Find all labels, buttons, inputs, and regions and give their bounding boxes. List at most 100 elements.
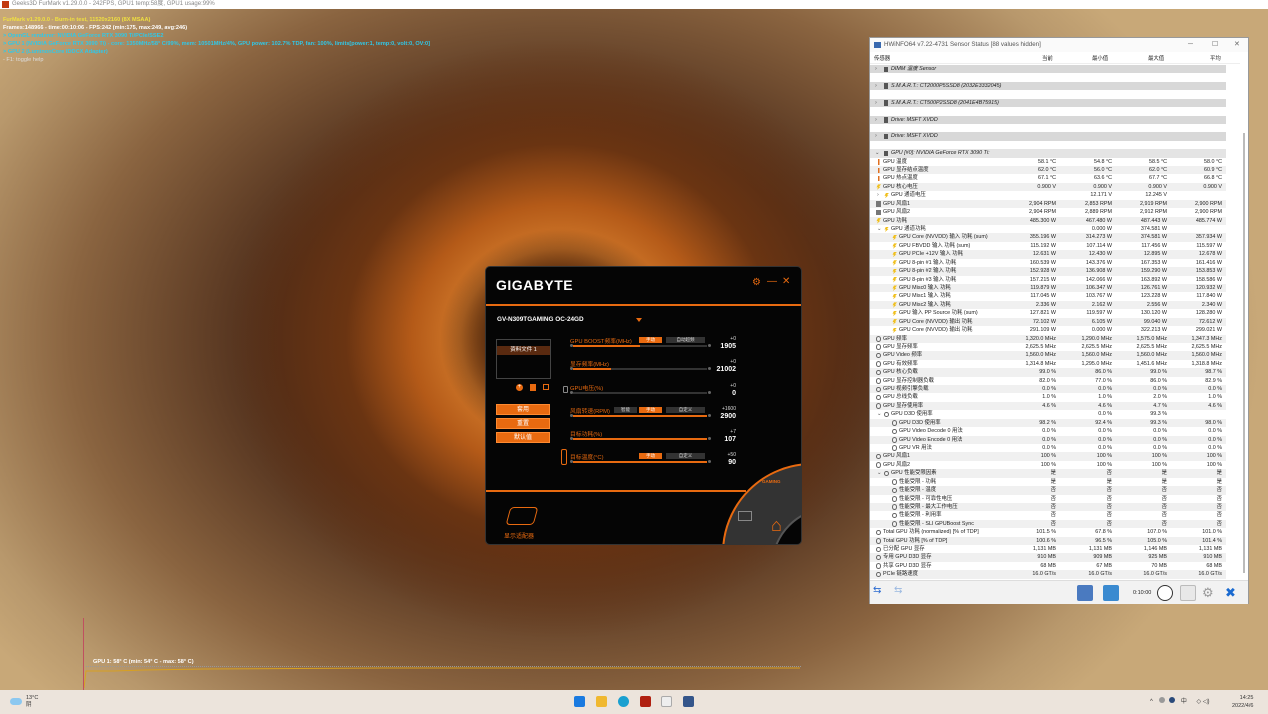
col-min[interactable]: 最小值 xyxy=(1092,54,1108,64)
slider-track[interactable] xyxy=(573,461,707,463)
sensor-row[interactable]: 性能受限 - SLI GPUBoost Sync 否 否 否 否 xyxy=(870,519,1226,529)
col-avg[interactable]: 平均 xyxy=(1210,54,1221,64)
sensor-row[interactable]: 性能受限 - 最大工作电压 否 否 否 否 xyxy=(870,502,1226,512)
col-max[interactable]: 最大值 xyxy=(1148,54,1164,64)
col-current[interactable]: 当前 xyxy=(1042,54,1053,64)
sensor-row[interactable]: GPU PCIe +12V 输入 功耗 12.631 W 12.430 W 12.89… xyxy=(870,250,1226,259)
chevron-right-icon[interactable]: › xyxy=(875,65,877,73)
sensor-row[interactable]: GPU 8-pin #1 输入 功耗 160.539 W 143.376 W 167.… xyxy=(870,259,1226,267)
reset-button[interactable]: 重置 xyxy=(496,418,550,429)
chevron-down-icon[interactable] xyxy=(636,318,642,322)
sensor-row[interactable]: › GPU 通道电压 12.171 V 12.245 V xyxy=(870,191,1226,199)
sensor-row[interactable]: GPU Misc2 输入 功耗 2.336 W 2.162 W 2.556 W 2.34… xyxy=(870,300,1226,310)
sensor-row[interactable]: GPU 总线负载 1.0 % 1.0 % 2.0 % 1.0 % xyxy=(870,393,1226,401)
sensor-row[interactable]: GPU 显存控制器负载 82.0 % 77.0 % 86.0 % 82.9 % xyxy=(870,377,1226,385)
model-select[interactable]: GV-N309TGAMING OC-24GD xyxy=(497,316,584,323)
sensor-group[interactable]: › Drive: MSFT XVDD xyxy=(870,115,1226,124)
sensor-row[interactable]: GPU D3D 使用率 98.2 % 92.4 % 99.3 % 98.0 % xyxy=(870,418,1226,428)
slider-track[interactable] xyxy=(573,415,707,417)
sensor-row[interactable]: ⌄ GPU 通道功耗 0.000 W 374.581 W xyxy=(870,225,1226,233)
chevron-right-icon[interactable]: › xyxy=(875,116,877,124)
steam-icon[interactable] xyxy=(1169,697,1176,703)
sensor-row[interactable]: 性能受限 - 温度 否 否 否 否 xyxy=(870,486,1226,495)
furmark-icon[interactable] xyxy=(640,696,651,707)
sensor-row[interactable]: 共享 GPU D3D 显存 68 MB 67 MB 70 MB 68 MB xyxy=(870,562,1226,570)
add-profile-icon[interactable]: + xyxy=(516,384,523,391)
save-icon[interactable] xyxy=(543,384,549,390)
tray-app-icon[interactable] xyxy=(1158,697,1165,703)
minimize-button[interactable]: ─ xyxy=(1188,38,1193,52)
mode-tab[interactable]: 自动超频 xyxy=(666,337,705,343)
sensor-row[interactable]: GPU Misc0 输入 功耗 119.879 W 106.347 W 126.761… xyxy=(870,283,1226,293)
settings-gear-icon[interactable]: ⚙ xyxy=(752,277,761,288)
gaming-badge[interactable]: GAMING xyxy=(762,479,781,484)
sensor-group[interactable]: ⌄ GPU [#0]: NVIDIA GeForce RTX 3090 Ti: xyxy=(870,149,1226,158)
chevron-down-icon[interactable]: ⌄ xyxy=(877,469,882,477)
sensor-row[interactable]: GPU Core (NVVDD) 输出 功耗 72.102 W 6.105 W 99.… xyxy=(870,317,1226,327)
sensor-row[interactable]: GPU Video Encode 0 用法 0.0 % 0.0 % 0.0 % 0.0 … xyxy=(870,435,1226,444)
home-icon[interactable]: ⌂ xyxy=(771,515,782,536)
chevron-right-icon[interactable]: › xyxy=(875,132,877,140)
wifi-icon[interactable]: ◇ xyxy=(1197,699,1202,705)
sensor-row[interactable]: 性能受限 - 功耗 是 是 是 是 xyxy=(870,478,1226,486)
col-sensor[interactable]: 传感器 xyxy=(874,54,890,64)
hwinfo-icon[interactable] xyxy=(683,696,694,707)
sensor-row[interactable]: GPU 有效频率 1,314.8 MHz 1,295.0 MHz 1,451.6 MH… xyxy=(870,360,1226,368)
chevron-right-icon[interactable]: › xyxy=(877,191,879,199)
mode-tab[interactable]: 智能 xyxy=(614,407,637,413)
sensor-row[interactable]: 已分配 GPU 显存 1,131 MB 1,131 MB 1,146 MB 1,131 … xyxy=(870,545,1226,553)
network-icon[interactable] xyxy=(1103,585,1119,601)
start-icon[interactable] xyxy=(574,696,585,707)
sensor-row[interactable]: GPU 8-pin #3 输入 功耗 157.215 W 142.066 W 163.… xyxy=(870,276,1226,284)
sensor-row[interactable]: 性能受限 - 利用率 否 否 否 否 xyxy=(870,511,1226,519)
sensor-group[interactable]: › Drive: MSFT XVDD xyxy=(870,132,1226,141)
sensor-row[interactable]: PCIe 链路速度 16.0 GT/s 16.0 GT/s 16.0 GT/s 16.0… xyxy=(870,570,1226,579)
sensor-row[interactable]: GPU 输入 PP Source 功耗 (sum) 127.821 W 119.59… xyxy=(870,309,1226,317)
log-icon[interactable] xyxy=(1180,585,1196,601)
mode-tab[interactable]: 手动 xyxy=(639,337,662,343)
sensor-row[interactable]: GPU 风扇1 100 % 100 % 100 % 100 % xyxy=(870,452,1226,461)
trash-icon[interactable] xyxy=(530,384,536,391)
sensor-row[interactable]: GPU 核心电压 0.900 V 0.900 V 0.900 V 0.900 V xyxy=(870,182,1226,192)
sensor-row[interactable]: GPU 显存频率 2,625.5 MHz 2,625.5 MHz 2,625.5 MH… xyxy=(870,343,1226,351)
minimize-button[interactable]: — xyxy=(767,276,777,287)
gigabyte-icon[interactable] xyxy=(661,696,672,707)
nav-arrows-icon[interactable]: ⇆ xyxy=(873,585,889,601)
mode-tab[interactable]: 手动 xyxy=(639,407,662,413)
sensor-row[interactable]: GPU 热点温度 67.1 °C 63.6 °C 67.7 °C 66.8 °C xyxy=(870,174,1226,182)
close-button[interactable]: ✕ xyxy=(782,276,790,287)
sensor-row[interactable]: GPU 8-pin #2 输入 功耗 152.928 W 136.908 W 159.… xyxy=(870,267,1226,276)
sensor-row[interactable]: GPU Misc1 输入 功耗 117.045 W 103.767 W 123.228… xyxy=(870,292,1226,300)
sensor-row[interactable]: ⌄ GPU 性能受限因素 是 否 是 是 xyxy=(870,469,1226,478)
clock[interactable]: 14:25 2022/4/6 xyxy=(1232,694,1253,710)
sensor-row[interactable]: Total GPU 功耗 (normalized) [% of TDP] 101.… xyxy=(870,528,1226,536)
scrollbar[interactable] xyxy=(1243,133,1245,573)
sensor-row[interactable]: GPU FBVDD 输入 功耗 (sum) 115.192 W 107.114 W 1… xyxy=(870,242,1226,250)
edge-icon[interactable] xyxy=(618,696,629,707)
sensor-row[interactable]: GPU VR 用法 0.0 % 0.0 % 0.0 % 0.0 % xyxy=(870,444,1226,452)
sensor-row[interactable]: GPU 风扇2 100 % 100 % 100 % 100 % xyxy=(870,461,1226,469)
ime-indicator[interactable]: 中 xyxy=(1181,699,1187,705)
chevron-down-icon[interactable]: ⌄ xyxy=(877,225,882,233)
sensor-row[interactable]: GPU 显存使用率 4.6 % 4.6 % 4.7 % 4.6 % xyxy=(870,401,1226,411)
profile-tab[interactable]: 资料文件 1 xyxy=(497,346,550,355)
apply-button[interactable]: 套用 xyxy=(496,404,550,415)
mode-tab[interactable]: 自定义 xyxy=(666,407,705,413)
mode-tab[interactable]: 自定义 xyxy=(666,453,705,459)
sensor-row[interactable]: ⌄ GPU D3D 使用率 0.0 % 99.3 % xyxy=(870,410,1226,418)
sensor-group[interactable]: › S.M.A.R.T.: CT2000P5SSD8 (2032E3332045) xyxy=(870,81,1226,91)
sensor-row[interactable]: GPU Core (NVVDD) 输入 功耗 (sum) 355.196 W 314… xyxy=(870,233,1226,242)
monitor-icon[interactable] xyxy=(738,511,752,521)
sensor-row[interactable]: GPU 核心负载 99.0 % 86.0 % 99.0 % 98.7 % xyxy=(870,368,1226,377)
sensor-row[interactable]: GPU 显存结点温度 62.0 °C 56.0 °C 62.0 °C 60.9 °C xyxy=(870,166,1226,175)
file-explorer-icon[interactable] xyxy=(596,696,607,707)
chevron-down-icon[interactable]: ⌄ xyxy=(875,149,880,157)
mode-tab[interactable]: 手动 xyxy=(639,453,662,459)
slider-track[interactable] xyxy=(573,345,707,347)
sensor-row[interactable]: GPU 温度 58.1 °C 54.8 °C 58.5 °C 58.0 °C xyxy=(870,158,1226,166)
sensor-row[interactable]: Total GPU 功耗 [% of TDP] 100.6 % 96.5 % 105.… xyxy=(870,536,1226,546)
sensor-group[interactable]: › DIMM 温度 Sensor xyxy=(870,65,1226,74)
sensor-row[interactable]: 专用 GPU D3D 显存 910 MB 909 MB 925 MB 910 MB xyxy=(870,553,1226,562)
close-button[interactable]: ✕ xyxy=(1234,38,1240,52)
sensor-group[interactable]: › S.M.A.R.T.: CT500P2SSD8 (2041E4B75915) xyxy=(870,98,1226,108)
